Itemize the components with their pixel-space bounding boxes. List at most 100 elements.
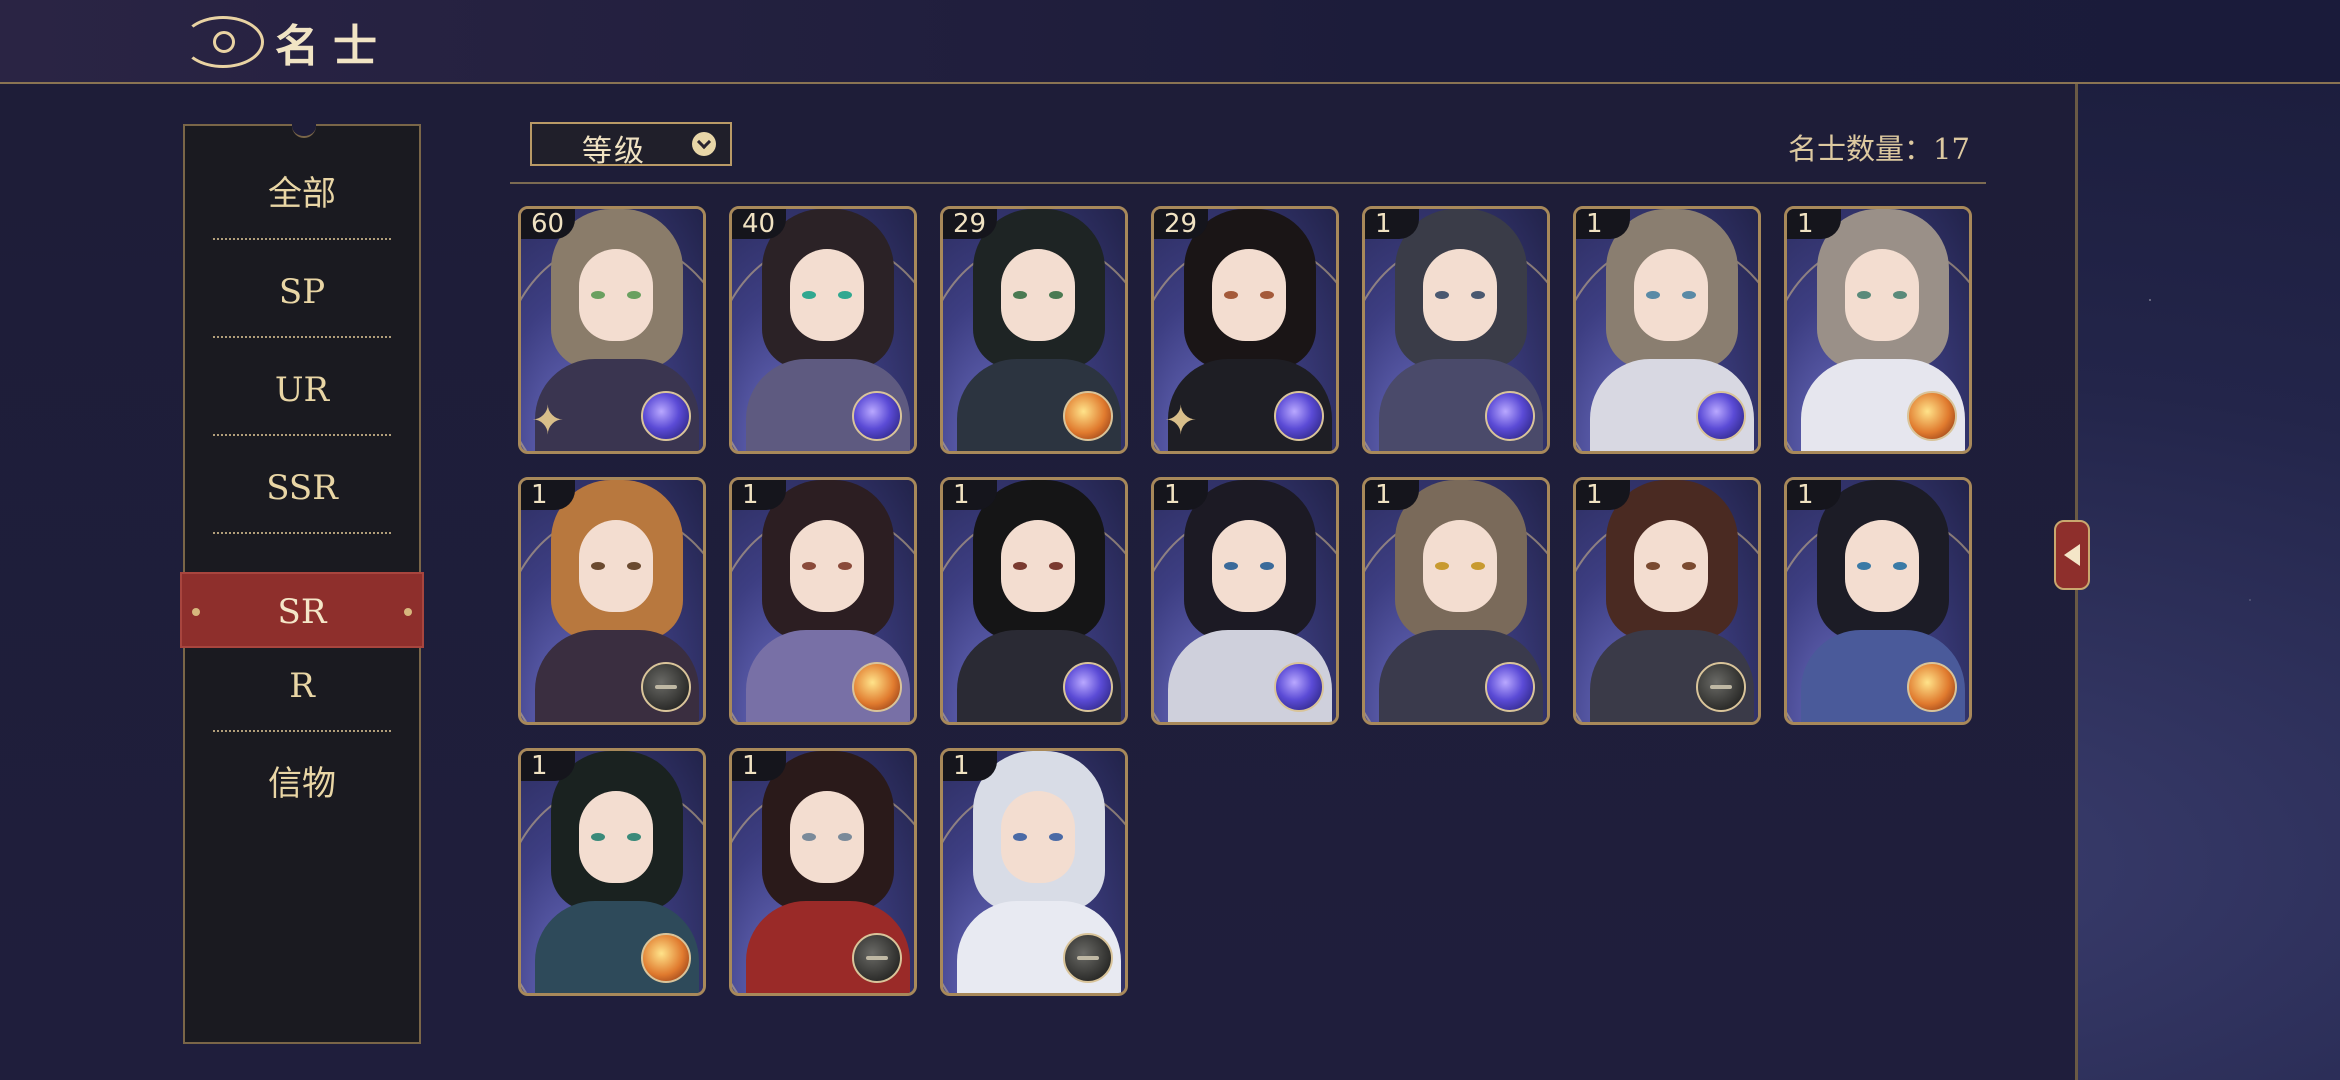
portrait-eye [1224,291,1238,299]
portrait-eye [1857,291,1871,299]
portrait-eye [627,833,641,841]
chevron-down-icon [692,132,716,156]
level-badge: 1 [1365,209,1419,239]
sidebar-item-sr[interactable]: SR [180,572,424,648]
element-orb-icon [1485,662,1535,712]
top-header: 名士 [0,0,2340,84]
element-orb-icon [1274,391,1324,441]
portrait-eye [1013,291,1027,299]
sidebar-item-label: SP [278,272,326,312]
sidebar-item-label: 全部 [268,174,336,214]
divider [213,434,391,436]
portrait-eye [591,291,605,299]
element-orb-icon [1907,391,1957,441]
portrait-eye [1260,291,1274,299]
portrait-eye [1435,562,1449,570]
sort-dropdown[interactable]: 等级 [530,122,732,169]
element-orb-icon [1696,662,1746,712]
sparkle-icon: ✦ [531,398,565,444]
character-card[interactable]: 60 ✦ [518,206,706,454]
portrait-eye [802,833,816,841]
character-card[interactable]: 29 ✦ [1151,206,1339,454]
cloud-emblem-icon [182,16,264,68]
divider [213,532,391,534]
portrait-eye [627,291,641,299]
divider [213,730,391,732]
sort-label: 等级 [582,134,646,169]
sidebar-item-sp[interactable]: SP [213,244,391,340]
character-card[interactable]: 1 [940,477,1128,725]
element-orb-icon [1063,662,1113,712]
level-badge: 1 [943,751,997,781]
element-orb-icon [1063,933,1113,983]
sidebar-item-label: SR [277,592,327,632]
character-card[interactable]: 1 [518,477,706,725]
divider [213,336,391,338]
level-badge: 29 [1154,209,1208,239]
character-card[interactable]: 1 [518,748,706,996]
portrait-eye [591,562,605,570]
level-badge: 60 [521,209,575,239]
sidebar-item-label: R [289,666,315,706]
level-badge: 40 [732,209,786,239]
sparkle-icon: ✦ [1164,398,1198,444]
level-badge: 1 [943,480,997,510]
portrait-eye [1013,833,1027,841]
portrait-eye [1471,562,1485,570]
sidebar-item-ssr[interactable]: SSR [213,440,391,536]
character-card[interactable]: 1 [1573,206,1761,454]
character-card[interactable]: 1 [1362,206,1550,454]
portrait-eye [1260,562,1274,570]
character-card[interactable]: 1 [1573,477,1761,725]
sidebar-item-label: UR [274,370,330,410]
collapse-panel-button[interactable] [2048,500,2094,610]
rarity-sidebar: 全部 SP UR SSR SR R 信物 [180,124,424,1044]
portrait-eye [1224,562,1238,570]
character-card[interactable]: 1 [1784,477,1972,725]
sidebar-item-r[interactable]: R [213,638,391,734]
sidebar-item-token[interactable]: 信物 [213,736,391,832]
level-badge: 1 [1576,480,1630,510]
level-badge: 1 [1787,480,1841,510]
element-orb-icon [641,933,691,983]
character-card[interactable]: 1 [729,477,917,725]
level-badge: 1 [732,751,786,781]
sidebar-item-ur[interactable]: UR [213,342,391,438]
character-card[interactable]: 1 [940,748,1128,996]
arrow-left-icon [2054,520,2090,590]
portrait-eye [838,291,852,299]
sidebar-item-all[interactable]: 全部 [213,146,391,242]
character-card[interactable]: 1 [1784,206,1972,454]
portrait-eye [1049,833,1063,841]
portrait-eye [1893,562,1907,570]
character-card[interactable]: 1 [1362,477,1550,725]
portrait-eye [1646,562,1660,570]
character-count: 名士数量：17 [1788,132,1970,166]
element-orb-icon [1274,662,1324,712]
portrait-eye [838,562,852,570]
level-badge: 1 [1787,209,1841,239]
page-title: 名士 [275,21,391,72]
divider [510,182,1986,184]
character-card[interactable]: 1 [729,748,917,996]
active-ornament-left [192,608,200,616]
element-orb-icon [852,391,902,441]
portrait-eye [802,291,816,299]
portrait-eye [802,562,816,570]
portrait-eye [1049,562,1063,570]
level-badge: 1 [1154,480,1208,510]
element-orb-icon [852,662,902,712]
portrait-eye [1857,562,1871,570]
character-card[interactable]: 40 [729,206,917,454]
portrait-eye [1646,291,1660,299]
character-card[interactable]: 1 [1151,477,1339,725]
level-badge: 29 [943,209,997,239]
level-badge: 1 [732,480,786,510]
divider [213,238,391,240]
portrait-eye [838,833,852,841]
sidebar-item-label: SSR [266,468,338,508]
portrait-eye [627,562,641,570]
portrait-eye [1049,291,1063,299]
character-card[interactable]: 29 [940,206,1128,454]
level-badge: 1 [1576,209,1630,239]
